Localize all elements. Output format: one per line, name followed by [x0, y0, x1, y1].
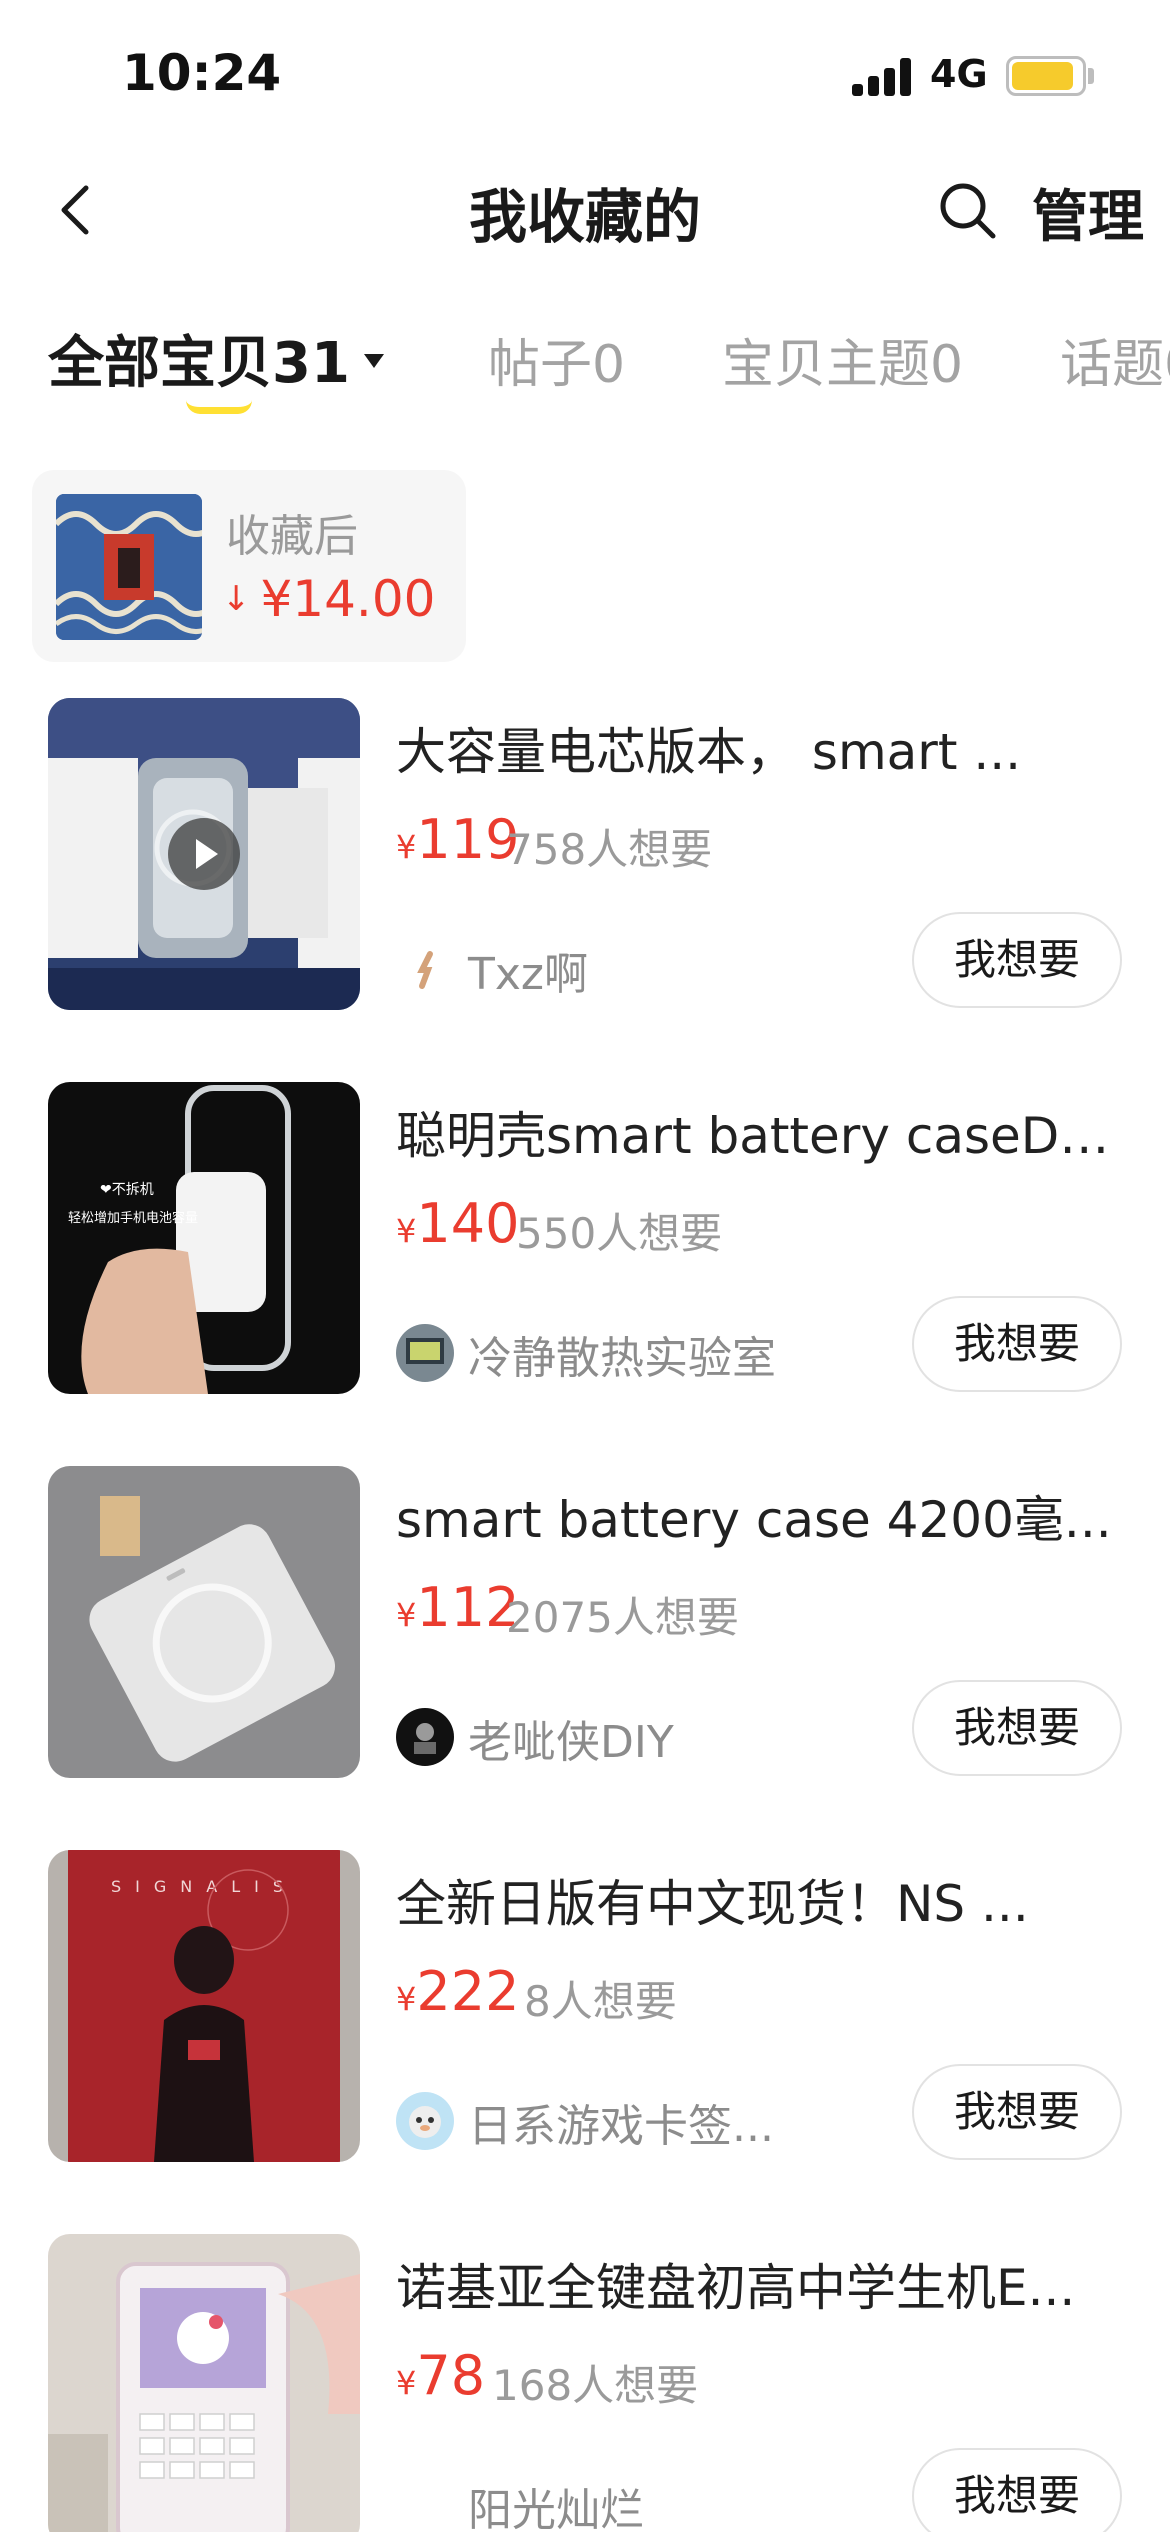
seller-name[interactable]: 冷静散热实验室: [468, 1322, 776, 1386]
item-price: ¥112: [396, 1576, 519, 1639]
category-tabs: 全部宝贝31 帖子0 宝贝主题0 话题0: [0, 300, 1170, 430]
currency-symbol: ¥: [396, 1212, 417, 1250]
want-count: 8人想要: [524, 1977, 677, 2026]
tab-all-items-label: 全部宝贝31: [48, 331, 350, 396]
tab-item-topics[interactable]: 宝贝主题0: [722, 322, 963, 397]
seller-avatar: [396, 2092, 454, 2150]
item-title: 大容量电芯版本， smart ...: [396, 723, 1022, 781]
thumb-cover-text: SIGNALIS: [111, 1877, 297, 1896]
tab-topics[interactable]: 话题0: [1060, 322, 1170, 397]
search-icon[interactable]: [935, 178, 999, 242]
item-price: ¥78: [396, 2344, 485, 2407]
network-label: 4G: [930, 52, 988, 96]
price-drop-card[interactable]: 收藏后 ↓ ¥14.00: [32, 470, 466, 662]
list-item[interactable]: ❤不拆机 轻松增加手机电池容量 聪明壳smart battery caseDI.…: [0, 1082, 1170, 1412]
price-value: 112: [416, 1576, 520, 1639]
currency-symbol: ¥: [396, 1596, 417, 1634]
battery-icon: [1006, 56, 1086, 96]
play-icon[interactable]: [168, 818, 240, 890]
signal-icon: [852, 58, 914, 96]
item-title: smart battery case 4200毫...: [396, 1491, 1112, 1549]
price-drop-thumbnail: [56, 494, 202, 640]
svg-text:轻松增加手机电池容量: 轻松增加手机电池容量: [68, 1210, 198, 1226]
want-button[interactable]: 我想要: [912, 1296, 1122, 1392]
nav-bar: 我收藏的 管理: [0, 150, 1170, 270]
item-thumbnail: SIGNALIS: [48, 1850, 360, 2162]
item-thumbnail: ❤不拆机 轻松增加手机电池容量: [48, 1082, 360, 1394]
currency-symbol: ¥: [396, 1980, 417, 2018]
price-drop-amount: ↓ ¥14.00: [222, 570, 435, 628]
item-title: 全新日版有中文现货！NS ...: [396, 1875, 1029, 1933]
currency-symbol: ¥: [396, 828, 417, 866]
currency-symbol: ¥: [396, 2364, 417, 2402]
seller-name[interactable]: 老呲侠DIY: [468, 1706, 674, 1770]
seller-avatar: [396, 1708, 454, 1766]
svg-text:❤不拆机: ❤不拆机: [100, 1182, 154, 1198]
seller-avatar: [396, 1324, 454, 1382]
want-count: 550人想要: [516, 1209, 723, 1258]
list-item[interactable]: 大容量电芯版本， smart ... ¥119 758人想要 Txz啊 我想要: [0, 698, 1170, 1028]
want-button[interactable]: 我想要: [912, 2064, 1122, 2160]
price-drop-value: ¥14.00: [260, 570, 436, 628]
seller-name[interactable]: 日系游戏卡签...: [468, 2090, 774, 2154]
list-item[interactable]: smart battery case 4200毫... ¥112 2075人想要…: [0, 1466, 1170, 1796]
active-tab-indicator: [186, 400, 252, 414]
list-item[interactable]: 诺基亚全键盘初高中学生机E... ¥78 168人想要 阳光灿烂 我想要: [0, 2234, 1170, 2532]
tab-all-items[interactable]: 全部宝贝31: [48, 318, 384, 399]
item-thumbnail: [48, 1466, 360, 1778]
price-drop-label: 收藏后: [226, 511, 358, 562]
want-button[interactable]: 我想要: [912, 2448, 1122, 2532]
want-count: 2075人想要: [506, 1593, 739, 1642]
price-value: 222: [416, 1960, 520, 2023]
down-arrow-icon: ↓: [222, 579, 251, 619]
list-item[interactable]: SIGNALIS 全新日版有中文现货！NS ... ¥222 8人想要 日系游戏…: [0, 1850, 1170, 2180]
want-count: 758人想要: [506, 825, 713, 874]
status-bar: 10:24 4G: [0, 0, 1170, 150]
item-price: ¥140: [396, 1192, 519, 1255]
seller-avatar: [396, 940, 454, 998]
price-value: 119: [416, 808, 520, 871]
status-time: 10:24: [122, 44, 282, 102]
seller-name[interactable]: 阳光灿烂: [468, 2474, 644, 2532]
want-button[interactable]: 我想要: [912, 1680, 1122, 1776]
seller-name[interactable]: Txz啊: [468, 938, 588, 1002]
want-button[interactable]: 我想要: [912, 912, 1122, 1008]
item-title: 聪明壳smart battery caseDI...: [396, 1107, 1116, 1165]
tab-posts[interactable]: 帖子0: [488, 322, 625, 397]
item-thumbnail: [48, 698, 360, 1010]
item-title: 诺基亚全键盘初高中学生机E...: [396, 2259, 1076, 2317]
price-value: 140: [416, 1192, 520, 1255]
item-thumbnail: [48, 2234, 360, 2532]
battery-level: [1012, 62, 1073, 90]
battery-tip: [1088, 68, 1094, 84]
item-price: ¥222: [396, 1960, 519, 2023]
item-price: ¥119: [396, 808, 519, 871]
want-count: 168人想要: [492, 2361, 699, 2410]
price-value: 78: [416, 2344, 486, 2407]
dropdown-caret-icon[interactable]: [363, 353, 384, 368]
manage-button[interactable]: 管理: [1032, 172, 1144, 253]
